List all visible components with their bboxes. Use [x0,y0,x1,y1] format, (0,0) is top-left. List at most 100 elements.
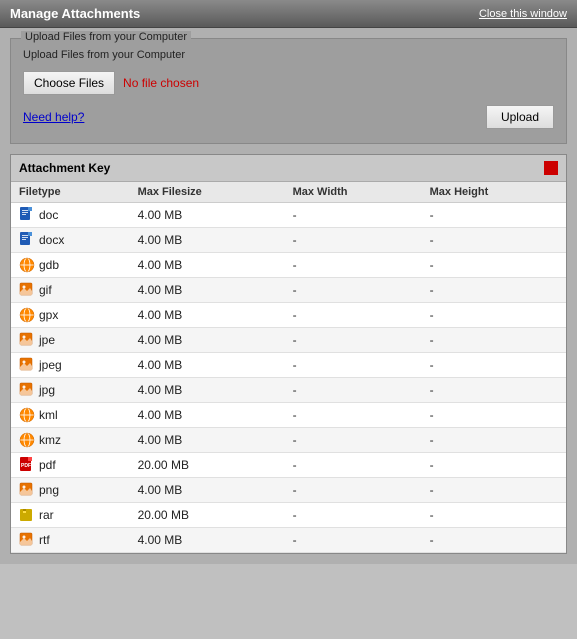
cell-filetype: gpx [11,303,130,328]
cell-max-width: - [285,353,422,378]
filetype-label: gdb [39,258,59,272]
cell-max-height: - [422,378,566,403]
cell-max-width: - [285,278,422,303]
attachment-key-table: Filetype Max Filesize Max Width Max Heig… [11,182,566,553]
cell-max-size: 4.00 MB [130,478,285,503]
cell-max-size: 4.00 MB [130,378,285,403]
filetype-label: kml [39,408,58,422]
table-row: rtf 4.00 MB-- [11,528,566,553]
cell-max-width: - [285,478,422,503]
jpe-icon [19,332,35,348]
cell-max-size: 4.00 MB [130,528,285,553]
filetype-label: docx [39,233,64,247]
choose-files-button[interactable]: Choose Files [23,71,115,95]
col-max-height: Max Height [422,182,566,203]
close-window-link[interactable]: Close this window [479,8,567,20]
no-file-label: No file chosen [123,76,199,90]
col-max-width: Max Width [285,182,422,203]
cell-max-size: 4.00 MB [130,253,285,278]
cell-max-height: - [422,278,566,303]
upload-section-label: Upload Files from your Computer [23,49,554,61]
file-input-row: Choose Files No file chosen [23,71,554,95]
attachment-key-title: Attachment Key [19,161,110,175]
attachment-key-header: Attachment Key [11,155,566,182]
table-row: rar 20.00 MB-- [11,503,566,528]
table-header-row: Filetype Max Filesize Max Width Max Heig… [11,182,566,203]
cell-filetype: kmz [11,428,130,453]
filetype-label: jpeg [39,358,62,372]
table-row: jpg 4.00 MB-- [11,378,566,403]
main-body: Upload Files from your Computer Upload F… [0,28,577,564]
cell-filetype: gif [11,278,130,303]
pdf-icon: PDF [19,457,35,473]
filetype-label: rtf [39,533,50,547]
cell-max-height: - [422,353,566,378]
rtf-icon [19,532,35,548]
filetype-label: rar [39,508,54,522]
cell-filetype: jpeg [11,353,130,378]
filetype-label: gif [39,283,52,297]
cell-max-size: 4.00 MB [130,403,285,428]
table-row: PDF pdf 20.00 MB-- [11,453,566,478]
cell-max-size: 20.00 MB [130,503,285,528]
cell-max-size: 4.00 MB [130,428,285,453]
jpeg-icon [19,357,35,373]
table-row: docx 4.00 MB-- [11,228,566,253]
cell-filetype: jpe [11,328,130,353]
upload-button[interactable]: Upload [486,105,554,129]
cell-max-width: - [285,528,422,553]
cell-max-height: - [422,503,566,528]
cell-filetype: PDF pdf [11,453,130,478]
gpx-icon [19,307,35,323]
filetype-label: doc [39,208,58,222]
cell-filetype: rar [11,503,130,528]
cell-filetype: kml [11,403,130,428]
svg-text:PDF: PDF [21,463,31,469]
gif-icon [19,282,35,298]
table-row: gpx 4.00 MB-- [11,303,566,328]
filetype-label: jpg [39,383,55,397]
table-row: jpeg 4.00 MB-- [11,353,566,378]
cell-max-size: 20.00 MB [130,453,285,478]
cell-filetype: rtf [11,528,130,553]
cell-max-height: - [422,428,566,453]
cell-max-width: - [285,453,422,478]
col-max-filesize: Max Filesize [130,182,285,203]
col-filetype: Filetype [11,182,130,203]
filetype-label: png [39,483,59,497]
gdb-icon [19,257,35,273]
cell-max-width: - [285,503,422,528]
cell-max-size: 4.00 MB [130,278,285,303]
cell-filetype: png [11,478,130,503]
upload-section-legend: Upload Files from your Computer [21,31,191,43]
cell-max-width: - [285,228,422,253]
cell-max-height: - [422,403,566,428]
doc-icon [19,207,35,223]
cell-max-width: - [285,253,422,278]
cell-max-size: 4.00 MB [130,353,285,378]
collapse-icon[interactable] [544,161,558,175]
table-row: jpe 4.00 MB-- [11,328,566,353]
cell-max-size: 4.00 MB [130,228,285,253]
cell-max-width: - [285,403,422,428]
table-row: kml 4.00 MB-- [11,403,566,428]
cell-filetype: doc [11,203,130,228]
table-row: gdb 4.00 MB-- [11,253,566,278]
cell-max-height: - [422,303,566,328]
cell-max-size: 4.00 MB [130,303,285,328]
cell-max-width: - [285,428,422,453]
cell-max-height: - [422,478,566,503]
kmz-icon [19,432,35,448]
cell-max-height: - [422,253,566,278]
cell-max-width: - [285,303,422,328]
attachment-key-section: Attachment Key Filetype Max Filesize Max… [10,154,567,554]
filetype-label: jpe [39,333,55,347]
cell-max-width: - [285,203,422,228]
need-help-link[interactable]: Need help? [23,110,84,124]
cell-max-height: - [422,453,566,478]
table-row: gif 4.00 MB-- [11,278,566,303]
page-title: Manage Attachments [10,6,140,21]
table-row: doc 4.00 MB-- [11,203,566,228]
cell-max-width: - [285,328,422,353]
jpg-icon [19,382,35,398]
